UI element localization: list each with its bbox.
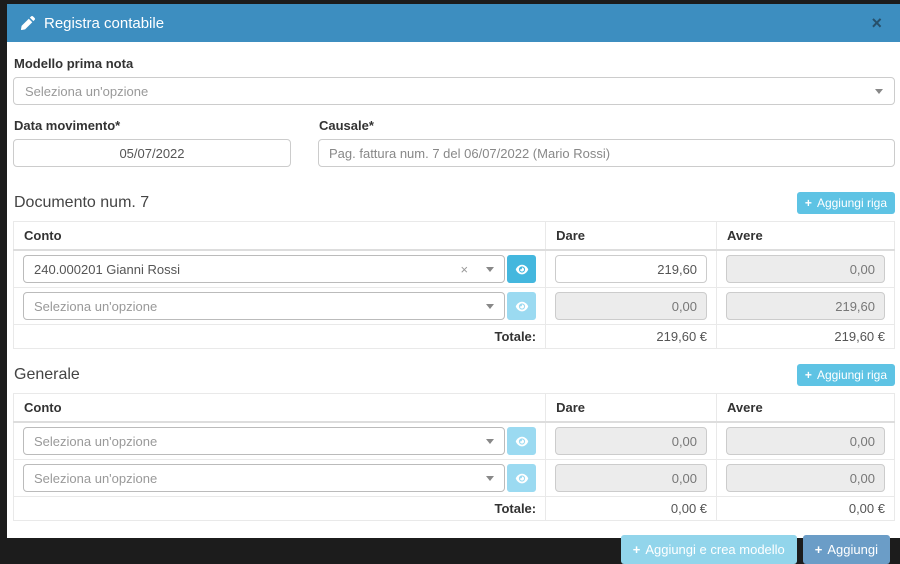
- close-icon[interactable]: ×: [871, 14, 882, 32]
- generale-section-title: Generale: [14, 366, 80, 384]
- preview-account-button[interactable]: [507, 255, 536, 283]
- plus-icon: +: [633, 542, 641, 557]
- causale-input[interactable]: [318, 139, 895, 167]
- documento-section-title: Documento num. 7: [14, 194, 149, 212]
- chevron-down-icon: [875, 89, 883, 94]
- generale-table: Conto Dare Avere Seleziona un'opzione: [13, 393, 895, 521]
- conto-select[interactable]: Seleziona un'opzione: [23, 427, 505, 455]
- data-movimento-input[interactable]: [13, 139, 291, 167]
- table-header-row: Conto Dare Avere: [14, 222, 895, 251]
- dare-input[interactable]: [555, 255, 707, 283]
- conto-select[interactable]: Seleziona un'opzione: [23, 292, 505, 320]
- totale-dare: 219,60 €: [546, 325, 717, 349]
- data-movimento-label: Data movimento*: [14, 118, 291, 133]
- column-header-conto: Conto: [14, 394, 546, 423]
- preview-account-button[interactable]: [507, 292, 536, 320]
- chevron-down-icon: [486, 439, 494, 444]
- totale-label: Totale:: [14, 325, 546, 349]
- add-row-button-documento[interactable]: + Aggiungi riga: [797, 192, 895, 214]
- date-causale-row: Data movimento* Causale*: [13, 118, 895, 167]
- totale-label: Totale:: [14, 497, 546, 521]
- modello-prima-nota-group: Modello prima nota Seleziona un'opzione: [13, 56, 895, 105]
- column-header-dare: Dare: [546, 222, 717, 251]
- aggiungi-button[interactable]: + Aggiungi: [803, 535, 890, 564]
- generale-section-header: Generale + Aggiungi riga: [14, 364, 895, 386]
- column-header-avere: Avere: [717, 394, 895, 423]
- totale-avere: 0,00 €: [717, 497, 895, 521]
- table-row: Seleziona un'opzione: [14, 288, 895, 325]
- plus-icon: +: [805, 368, 812, 382]
- data-movimento-group: Data movimento*: [13, 118, 291, 167]
- causale-group: Causale*: [318, 118, 895, 167]
- avere-input: [726, 427, 885, 455]
- modal-header: Registra contabile ×: [7, 4, 900, 42]
- chevron-down-icon: [486, 476, 494, 481]
- totale-row: Totale: 0,00 € 0,00 €: [14, 497, 895, 521]
- chevron-down-icon: [486, 267, 494, 272]
- modello-prima-nota-select[interactable]: Seleziona un'opzione: [13, 77, 895, 105]
- column-header-dare: Dare: [546, 394, 717, 423]
- dare-input: [555, 292, 707, 320]
- modal-title-text: Registra contabile: [44, 15, 164, 32]
- conto-select[interactable]: Seleziona un'opzione: [23, 464, 505, 492]
- dare-input: [555, 427, 707, 455]
- documento-section-header: Documento num. 7 + Aggiungi riga: [14, 192, 895, 214]
- causale-label: Causale*: [319, 118, 895, 133]
- totale-avere: 219,60 €: [717, 325, 895, 349]
- eye-icon: [515, 436, 529, 447]
- eye-icon: [515, 473, 529, 484]
- eye-icon: [515, 301, 529, 312]
- plus-icon: +: [805, 196, 812, 210]
- modal-title: Registra contabile: [21, 15, 164, 32]
- table-header-row: Conto Dare Avere: [14, 394, 895, 423]
- preview-account-button[interactable]: [507, 427, 536, 455]
- avere-input: [726, 255, 885, 283]
- column-header-avere: Avere: [717, 222, 895, 251]
- totale-row: Totale: 219,60 € 219,60 €: [14, 325, 895, 349]
- column-header-conto: Conto: [14, 222, 546, 251]
- registra-contabile-modal: Registra contabile × Modello prima nota …: [7, 4, 900, 538]
- chevron-down-icon: [486, 304, 494, 309]
- avere-input: [726, 292, 885, 320]
- table-row: 240.000201 Gianni Rossi ×: [14, 250, 895, 288]
- table-row: Seleziona un'opzione: [14, 422, 895, 460]
- eye-icon: [515, 264, 529, 275]
- add-row-button-generale[interactable]: + Aggiungi riga: [797, 364, 895, 386]
- modal-footer: + Aggiungi e crea modello + Aggiungi: [13, 521, 895, 564]
- preview-account-button[interactable]: [507, 464, 536, 492]
- aggiungi-e-crea-modello-button[interactable]: + Aggiungi e crea modello: [621, 535, 797, 564]
- clear-selection-icon[interactable]: ×: [461, 262, 469, 277]
- documento-table: Conto Dare Avere 240.000201 Gianni Rossi…: [13, 221, 895, 349]
- pencil-icon: [21, 16, 35, 30]
- modal-body: Modello prima nota Seleziona un'opzione …: [7, 42, 900, 564]
- conto-select[interactable]: 240.000201 Gianni Rossi ×: [23, 255, 505, 283]
- totale-dare: 0,00 €: [546, 497, 717, 521]
- table-row: Seleziona un'opzione: [14, 460, 895, 497]
- plus-icon: +: [815, 542, 823, 557]
- modello-prima-nota-label: Modello prima nota: [14, 56, 895, 71]
- avere-input: [726, 464, 885, 492]
- dare-input: [555, 464, 707, 492]
- modello-placeholder: Seleziona un'opzione: [25, 84, 148, 99]
